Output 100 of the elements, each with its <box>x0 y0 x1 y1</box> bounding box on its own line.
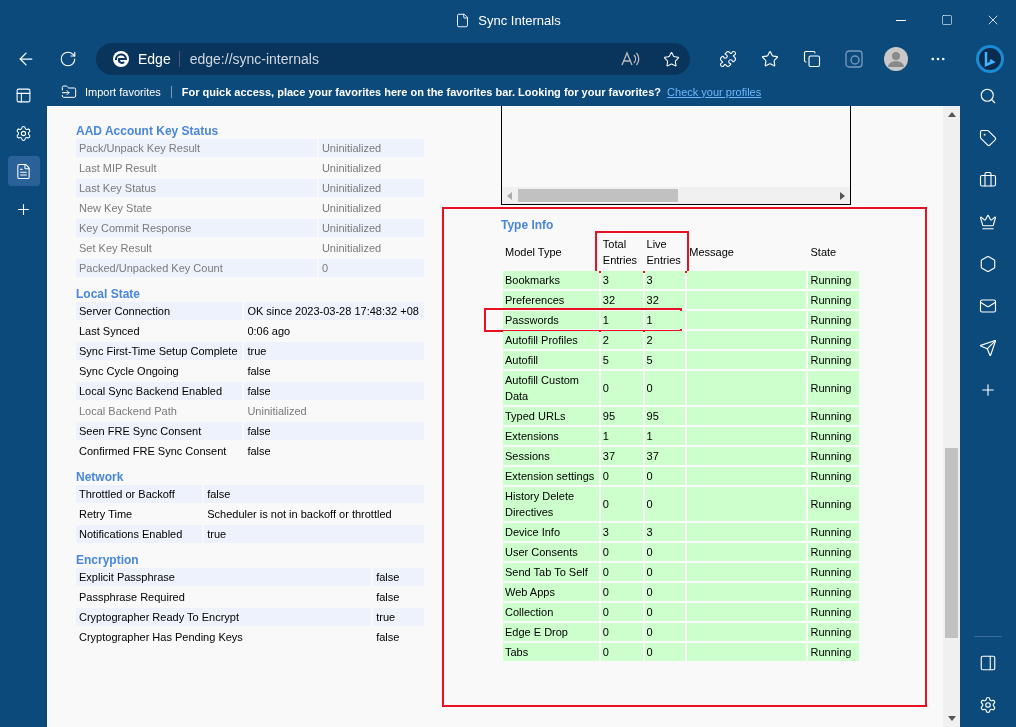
side-panel-icon[interactable] <box>979 654 997 672</box>
field-label: Server Connection <box>76 302 243 320</box>
table-cell: Running <box>808 371 859 405</box>
scroll-up-icon[interactable] <box>947 112 956 117</box>
table-cell: Running <box>808 543 859 561</box>
horizontal-scrollbar[interactable] <box>502 187 850 204</box>
field-label: Explicit Passphrase <box>76 568 372 586</box>
tag-icon[interactable] <box>979 129 997 147</box>
import-icon[interactable] <box>61 84 77 100</box>
column-header: Model Type <box>504 245 563 260</box>
extensions-icon[interactable] <box>719 50 737 68</box>
field-value: false <box>375 590 401 605</box>
hexagon-icon[interactable] <box>979 255 997 273</box>
field-value: true <box>244 342 424 360</box>
table-cell: Device Info <box>503 523 599 541</box>
scrollbar-thumb[interactable] <box>945 448 958 638</box>
table-cell: 37 <box>644 447 686 465</box>
field-label: Seen FRE Sync Consent <box>76 422 243 440</box>
field-label: Last MIP Result <box>78 161 158 176</box>
url-text: edge://sync-internals <box>178 51 613 67</box>
page-icon[interactable] <box>15 162 32 180</box>
table-cell: 3 <box>600 523 643 541</box>
table-cell: 0 <box>600 467 643 485</box>
import-favorites-link[interactable]: Import favorites <box>85 86 172 98</box>
table-cell: Running <box>808 407 859 425</box>
table-cell: 5 <box>600 351 643 369</box>
table-cell: Web Apps <box>503 583 599 601</box>
field-label: Pack/Unpack Key Result <box>76 139 317 157</box>
table-cell: 0 <box>600 563 643 581</box>
mail-icon[interactable] <box>979 297 997 315</box>
field-label: Set Key Result <box>78 241 153 256</box>
collections-icon[interactable] <box>803 50 821 68</box>
field-value: false <box>373 568 424 586</box>
table-cell: 0 <box>644 643 686 661</box>
tab-actions-icon[interactable] <box>15 86 32 104</box>
table-cell: 0 <box>644 603 686 621</box>
table-cell: 0 <box>644 543 686 561</box>
table-cell: 2 <box>600 331 643 349</box>
table-cell: 2 <box>644 331 686 349</box>
table-cell: Running <box>808 447 859 465</box>
field-label: Confirmed FRE Sync Consent <box>78 444 228 459</box>
table-cell: Running <box>808 351 859 369</box>
briefcase-icon[interactable] <box>979 171 997 189</box>
address-bar[interactable]: Edge edge://sync-internals <box>96 43 690 75</box>
add-icon[interactable] <box>979 381 997 399</box>
table-cell: 0 <box>600 583 643 601</box>
field-value: Uninitialized <box>318 179 424 197</box>
field-label: Cryptographer Has Pending Keys <box>78 630 244 645</box>
field-label: Last Synced <box>78 324 141 339</box>
table-cell: 0 <box>600 643 643 661</box>
field-value: false <box>375 630 401 645</box>
minimize-icon <box>896 19 906 21</box>
scroll-down-icon[interactable] <box>947 716 956 721</box>
table-cell: Running <box>808 311 859 329</box>
table-cell: Running <box>808 523 859 541</box>
table-cell: 0 <box>644 583 686 601</box>
settings-icon[interactable] <box>979 696 997 714</box>
settings-icon[interactable] <box>15 124 32 142</box>
field-label: Key Commit Response <box>76 219 317 237</box>
table-cell: Extensions <box>503 427 599 445</box>
page-icon <box>455 12 471 28</box>
table-cell: Typed URLs <box>503 407 599 425</box>
field-label: Last Key Status <box>76 179 317 197</box>
field-label: Sync Cycle Ongoing <box>78 364 180 379</box>
favorite-add-icon[interactable] <box>663 50 680 68</box>
refresh-icon[interactable] <box>59 50 77 68</box>
table-cell: Sessions <box>503 447 599 465</box>
paper-plane-icon[interactable] <box>979 339 997 357</box>
field-value: Uninitialized <box>318 219 424 237</box>
favorites-bar-message: For quick access, place your favorites here on the favorites bar. Looking for your favorites? <box>181 86 662 98</box>
table-cell: Running <box>808 331 859 349</box>
field-value: false <box>244 382 424 400</box>
table-cell: 0 <box>644 467 686 485</box>
search-icon[interactable] <box>979 87 997 105</box>
table-cell: 1 <box>600 427 643 445</box>
table-cell: Preferences <box>503 291 599 309</box>
field-value: false <box>246 444 272 459</box>
favorites-icon[interactable] <box>761 50 779 68</box>
section-heading: Local State <box>76 287 142 301</box>
field-label: Cryptographer Ready To Encrypt <box>76 608 372 626</box>
table-cell: 0 <box>600 371 643 405</box>
field-label: New Key State <box>78 201 153 216</box>
scroll-right-icon[interactable] <box>840 191 845 200</box>
check-profiles-link[interactable]: Check your profiles <box>667 86 762 98</box>
table-cell: 37 <box>600 447 643 465</box>
field-value: 0:06 ago <box>246 324 292 339</box>
field-value: false <box>204 485 424 503</box>
table-cell: Autofill <box>503 351 599 369</box>
table-cell: Running <box>808 291 859 309</box>
section-heading: AAD Account Key Status <box>76 124 220 138</box>
table-cell: History Delete Directives <box>503 487 599 521</box>
table-cell: 0 <box>644 487 686 521</box>
table-cell: 95 <box>644 407 686 425</box>
vertical-scrollbar[interactable] <box>943 106 960 727</box>
table-cell: 1 <box>644 311 686 329</box>
table-cell: Running <box>808 563 859 581</box>
field-value: Uninitialized <box>320 241 383 256</box>
field-label: Packed/Unpacked Key Count <box>76 259 317 277</box>
table-cell: 0 <box>644 563 686 581</box>
field-value: false <box>244 422 424 440</box>
